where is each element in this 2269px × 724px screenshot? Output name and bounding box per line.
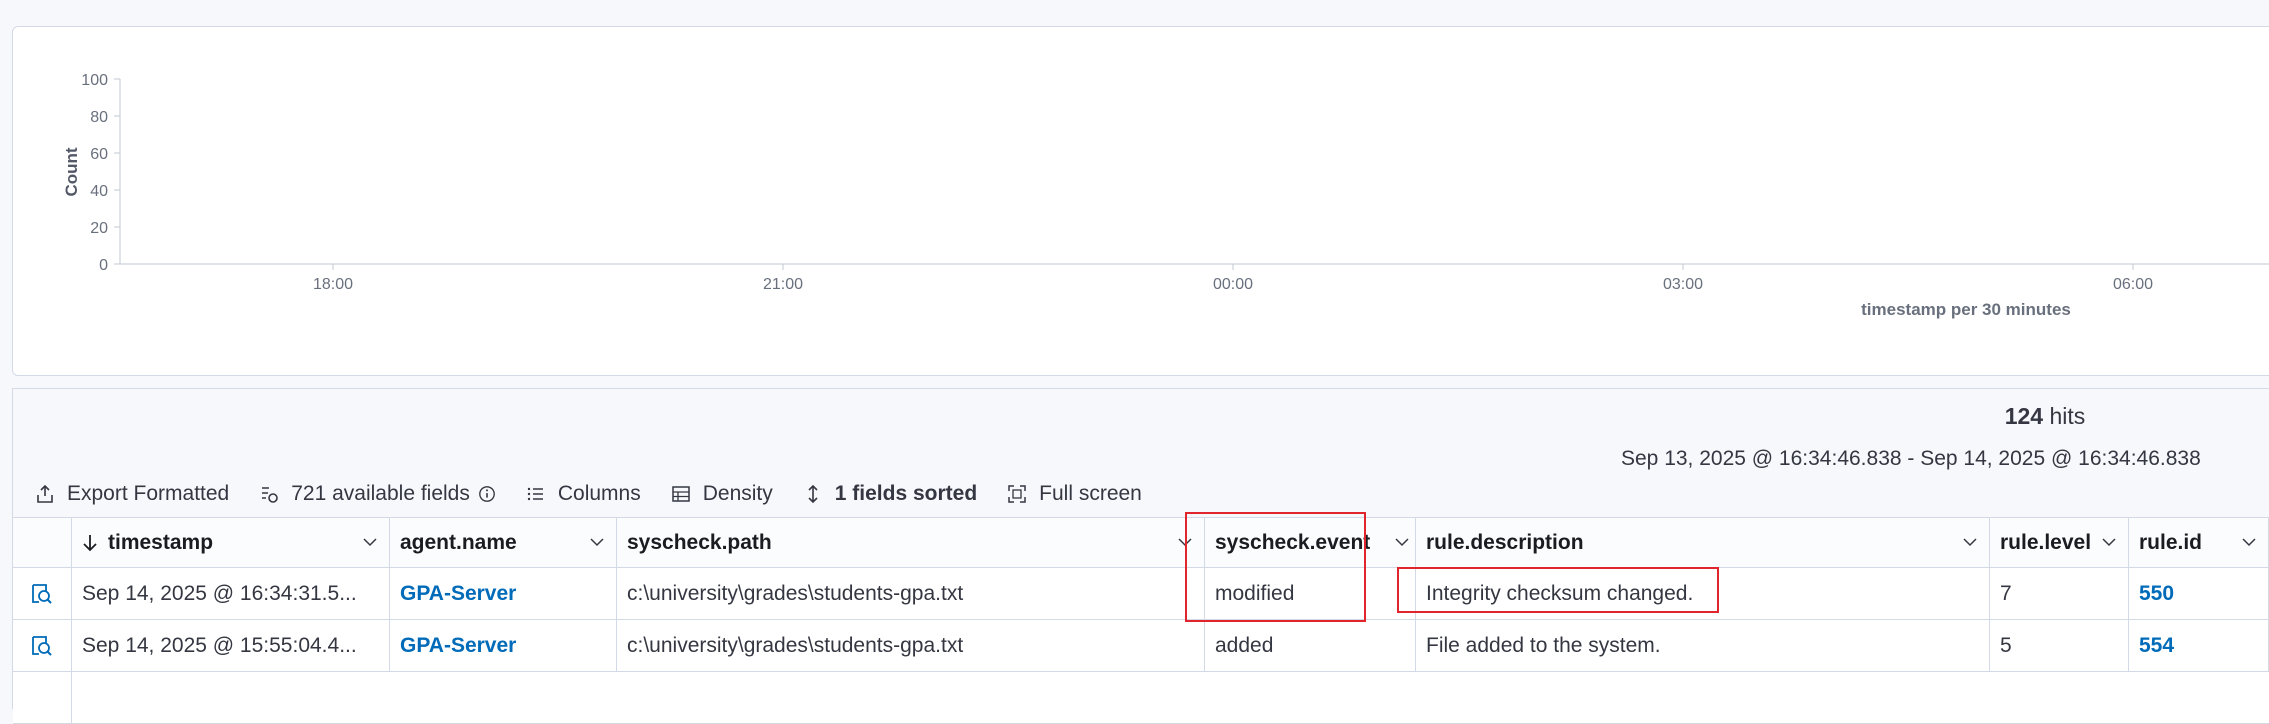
column-header-agent-name[interactable]: agent.name	[390, 518, 617, 567]
column-header-timestamp[interactable]: timestamp	[72, 518, 390, 567]
column-header-syscheck-event-label: syscheck.event	[1215, 530, 1371, 554]
column-header-rule-description[interactable]: rule.description	[1416, 518, 1990, 567]
agent-name-link[interactable]: GPA-Server	[400, 634, 516, 658]
cell-rule-level[interactable]: 7	[1990, 568, 2129, 619]
y-tick-label: 20	[90, 220, 108, 237]
density-button[interactable]: Density	[671, 482, 773, 506]
rule-id-link[interactable]: 550	[2139, 582, 2174, 606]
chevron-down-icon[interactable]	[590, 537, 604, 547]
fields-sorted-label: 1 fields sorted	[834, 482, 978, 505]
full-screen-label: Full screen	[1039, 482, 1142, 505]
header-control-cell	[13, 518, 72, 567]
info-icon[interactable]	[478, 485, 496, 503]
row-expand-cell[interactable]	[13, 672, 72, 723]
x-tick-label: 03:00	[1663, 276, 1703, 293]
column-header-syscheck-path-label: syscheck.path	[627, 530, 772, 554]
column-header-timestamp-label: timestamp	[108, 530, 214, 554]
cell-syscheck-event[interactable]: modified	[1205, 568, 1416, 619]
x-tick-label: 18:00	[313, 276, 353, 293]
table-row: Sep 14, 2025 @ 16:34:31.5... GPA-Server …	[13, 568, 2269, 620]
histogram-chart: Count timestamp per 30 minutes 0 20 40 60 80…	[62, 72, 2269, 319]
chevron-down-icon[interactable]	[2242, 537, 2256, 547]
export-formatted-button[interactable]: Export Formatted	[35, 482, 229, 506]
column-header-rule-level[interactable]: rule.level	[1990, 518, 2129, 567]
chevron-down-icon[interactable]	[2102, 537, 2116, 547]
cell-syscheck-path[interactable]: c:\university\grades\students-gpa.txt	[617, 620, 1205, 671]
table-row: Sep 14, 2025 @ 15:55:04.4... GPA-Server …	[13, 620, 2269, 672]
cell-rule-id[interactable]: 550	[2129, 568, 2269, 619]
y-tick-label: 0	[99, 257, 108, 274]
y-tick-label: 80	[90, 109, 108, 126]
column-header-rule-id-label: rule.id	[2139, 530, 2203, 554]
share-icon	[37, 484, 53, 503]
cell-rule-description[interactable]: File added to the system.	[1416, 620, 1990, 671]
columns-label: Columns	[557, 482, 641, 505]
table-row	[13, 672, 2269, 724]
cell-syscheck-event[interactable]: added	[1205, 620, 1416, 671]
arrow-down-icon	[83, 534, 97, 551]
cell-agent-name[interactable]: GPA-Server	[390, 620, 617, 671]
hits-count: 124	[2004, 403, 2044, 429]
hits-counter: 124 hits	[1805, 403, 2269, 430]
column-header-rule-description-label: rule.description	[1426, 530, 1584, 554]
fields-icon	[262, 487, 279, 503]
chevron-down-icon[interactable]	[1395, 537, 1409, 547]
y-tick-label: 100	[81, 72, 108, 89]
fields-sorted-button[interactable]: 1 fields sorted	[803, 482, 977, 506]
inspect-icon[interactable]	[29, 582, 53, 606]
y-tick-label: 40	[90, 183, 108, 200]
chevron-down-icon[interactable]	[1178, 537, 1192, 547]
chevron-down-icon[interactable]	[1963, 537, 1977, 547]
x-tick-label: 06:00	[2113, 276, 2153, 293]
list-icon	[527, 487, 543, 501]
inspect-icon[interactable]	[29, 634, 53, 658]
agent-name-link[interactable]: GPA-Server	[400, 582, 516, 606]
y-tick-label: 60	[90, 146, 108, 163]
results-panel: 124 hits Sep 13, 2025 @ 16:34:46.838 - S…	[12, 388, 2269, 724]
grid-header-row: timestamp agent.name syscheck.path sysch…	[13, 518, 2269, 568]
full-screen-button[interactable]: Full screen	[1007, 482, 1142, 506]
x-tick-label: 00:00	[1213, 276, 1253, 293]
column-header-rule-level-label: rule.level	[2000, 530, 2092, 554]
histogram-panel: Count timestamp per 30 minutes 0 20 40 60 80…	[12, 26, 2269, 376]
y-axis-label: Count	[62, 147, 81, 196]
cell-rule-id[interactable]: 554	[2129, 620, 2269, 671]
column-header-agent-name-label: agent.name	[400, 530, 517, 554]
cell-rule-description[interactable]: Integrity checksum changed.	[1416, 568, 1990, 619]
hits-label: hits	[2049, 403, 2086, 429]
table-icon	[671, 486, 690, 502]
data-grid: timestamp agent.name syscheck.path sysch…	[13, 517, 2269, 724]
row-expand-cell[interactable]	[13, 620, 72, 671]
density-label: Density	[702, 482, 773, 505]
fullscreen-icon	[1008, 485, 1026, 503]
x-tick-label: 21:00	[763, 276, 803, 293]
available-fields-button[interactable]: 721 available fields	[259, 482, 496, 506]
row-expand-cell[interactable]	[13, 568, 72, 619]
available-fields-label: 721 available fields	[291, 482, 470, 505]
x-axis-label: timestamp per 30 minutes	[1861, 300, 2071, 319]
cell-rule-level[interactable]: 5	[1990, 620, 2129, 671]
cell-syscheck-path[interactable]: c:\university\grades\students-gpa.txt	[617, 568, 1205, 619]
cell-agent-name[interactable]: GPA-Server	[390, 568, 617, 619]
time-range: Sep 13, 2025 @ 16:34:46.838 - Sep 14, 20…	[1621, 447, 2201, 470]
column-header-rule-id[interactable]: rule.id	[2129, 518, 2269, 567]
rule-id-link[interactable]: 554	[2139, 634, 2174, 658]
column-header-syscheck-path[interactable]: syscheck.path	[617, 518, 1205, 567]
cell-timestamp[interactable]: Sep 14, 2025 @ 15:55:04.4...	[72, 620, 390, 671]
column-header-syscheck-event[interactable]: syscheck.event	[1205, 518, 1416, 567]
cell-timestamp[interactable]: Sep 14, 2025 @ 16:34:31.5...	[72, 568, 390, 619]
chevron-down-icon[interactable]	[363, 537, 377, 547]
grid-toolbar: Export Formatted 721 available fields Co…	[35, 479, 1172, 509]
columns-button[interactable]: Columns	[526, 482, 641, 506]
sort-icon	[808, 484, 818, 504]
export-formatted-label: Export Formatted	[67, 482, 230, 505]
